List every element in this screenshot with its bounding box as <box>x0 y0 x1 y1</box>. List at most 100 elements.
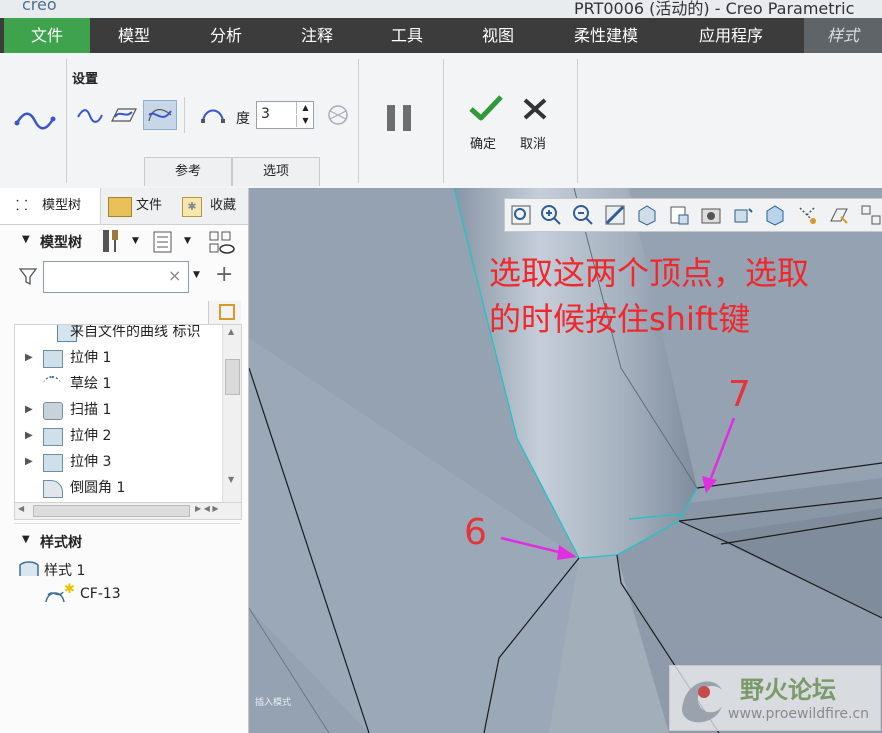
perspective-icon[interactable] <box>731 203 755 227</box>
cos-curve-button[interactable] <box>143 100 177 130</box>
pause-button[interactable] <box>385 104 413 132</box>
collapse-arrow-icon[interactable]: ▼ <box>22 234 30 245</box>
collapse-arrow-icon[interactable]: ▼ <box>22 534 30 545</box>
zoom-in-icon[interactable] <box>539 203 563 227</box>
close-icon <box>523 98 547 120</box>
curve-type-icon[interactable] <box>14 109 56 133</box>
tree-item[interactable]: ▶ 扫描 1 <box>15 397 225 423</box>
degree-down-arrow[interactable]: ▼ <box>296 115 314 127</box>
filter-icon[interactable] <box>18 266 38 286</box>
scroll-down-icon[interactable]: ▼ <box>228 475 234 484</box>
expand-arrow-icon[interactable]: ▶ <box>25 449 33 475</box>
tree-icon: ⸬ <box>16 198 28 214</box>
display-style-icon[interactable] <box>635 203 659 227</box>
saved-views-icon[interactable] <box>667 203 691 227</box>
vertex-label-7: 7 <box>728 374 751 415</box>
menu-analysis[interactable]: 分析 <box>188 18 264 53</box>
round-icon <box>43 480 63 498</box>
navigator-panel: ⸬ 模型树 文件 ✱ 收藏 ▼ 模型树 ▼ ▼ × ▼ + 来自文件的曲线 标识 <box>0 188 249 733</box>
spin-center-icon[interactable] <box>859 203 882 227</box>
planar-curve-icon[interactable] <box>110 105 138 125</box>
clear-icon[interactable]: × <box>168 266 181 285</box>
graphics-viewport[interactable]: 选取这两个顶点，选取 的时候按住shift键 7 6 野火论坛 www.proe… <box>249 188 882 733</box>
free-curve-icon[interactable] <box>76 107 104 125</box>
h-scrollbar-thumb[interactable] <box>33 505 190 517</box>
tree-item[interactable]: ▶ 拉伸 1 <box>15 345 225 371</box>
refit-icon[interactable] <box>509 203 533 227</box>
menu-model[interactable]: 模型 <box>96 18 172 53</box>
datum-display-icon[interactable] <box>795 203 819 227</box>
degree-up-arrow[interactable]: ▲ <box>296 102 314 114</box>
watermark: 野火论坛 www.proewildfire.cn <box>669 665 881 731</box>
quick-access-toolbar[interactable] <box>122 0 562 14</box>
tab-favorites[interactable]: ✱ 收藏 <box>178 188 240 224</box>
view-toolbar <box>504 198 882 232</box>
symmetry-icon[interactable] <box>325 103 351 127</box>
tab-reference[interactable]: 参考 <box>144 157 232 186</box>
watermark-url: www.proewildfire.cn <box>728 706 870 722</box>
cos-curve-icon <box>45 591 65 603</box>
degree-value: 3 <box>261 106 270 122</box>
menu-view[interactable]: 视图 <box>460 18 536 53</box>
favorites-icon: ✱ <box>182 197 202 217</box>
tree-item[interactable]: 来自文件的曲线 标识 <box>15 324 225 345</box>
model-tree-header: 模型树 <box>40 235 82 251</box>
tree-item-label: 倒圆角 1 <box>70 480 126 496</box>
section-icon[interactable] <box>763 203 787 227</box>
annotation-display-icon[interactable] <box>827 203 851 227</box>
menu-file[interactable]: 文件 <box>4 18 90 53</box>
tree-item[interactable]: ▶ 拉伸 3 <box>15 449 225 475</box>
menu-annotate[interactable]: 注释 <box>279 18 355 53</box>
scroll-right-icon[interactable]: ▶ ◀ ▶ <box>195 504 219 513</box>
cancel-button[interactable]: 取消 <box>514 93 558 153</box>
filter-input[interactable]: × <box>43 261 189 293</box>
title-bar: creo PRT0006 (活动的) - Creo Parametric <box>0 0 882 18</box>
filter-dropdown-icon[interactable]: ▼ <box>193 270 200 280</box>
tab-options[interactable]: 选项 <box>232 157 320 186</box>
annotation-text: 选取这两个顶点，选取 的时候按住shift键 <box>489 250 809 342</box>
tree-item[interactable]: 草绘 1 <box>15 371 225 397</box>
settings-list-icon[interactable] <box>152 231 174 253</box>
tools-dropdown-icon[interactable]: ▼ <box>132 236 139 246</box>
scrollbar-thumb[interactable] <box>225 359 240 395</box>
tree-item[interactable]: 倒圆角 1 <box>15 475 225 501</box>
extrude-icon <box>43 428 63 446</box>
menu-bar: 文件 模型 分析 注释 工具 视图 柔性建模 应用程序 样式 <box>0 18 882 53</box>
column-settings-button[interactable] <box>208 301 241 325</box>
annotation-line-1: 选取这两个顶点，选取 <box>489 254 810 292</box>
style-item-label: CF-13 <box>80 586 121 602</box>
degree-stepper[interactable]: 3 ▲ ▼ <box>256 101 314 129</box>
tree-vertical-scrollbar[interactable]: ▲ ▼ <box>222 325 241 503</box>
expand-arrow-icon[interactable]: ▶ <box>25 397 33 423</box>
tree-item[interactable]: ▶ 拉伸 2 <box>15 423 225 449</box>
tab-model-tree[interactable]: ⸬ 模型树 <box>0 188 101 224</box>
expand-arrow-icon[interactable]: ▶ <box>25 423 33 449</box>
style-tree-item[interactable]: 样式 1 <box>18 560 238 580</box>
tools-icon[interactable] <box>100 228 124 254</box>
sweep-icon <box>43 402 63 420</box>
zoom-out-icon[interactable] <box>571 203 595 227</box>
control-point-icon[interactable] <box>200 103 226 125</box>
view-manager-icon[interactable] <box>699 203 723 227</box>
app-logo: creo <box>22 0 57 14</box>
ok-button[interactable]: 确定 <box>464 93 508 153</box>
scroll-up-icon[interactable]: ▲ <box>228 327 234 336</box>
settings-dropdown-icon[interactable]: ▼ <box>184 236 191 246</box>
show-icon[interactable] <box>208 230 236 256</box>
tree-horizontal-scrollbar[interactable]: ◀ ▶ ◀ ▶ <box>14 502 242 520</box>
menu-flexible-modeling[interactable]: 柔性建模 <box>560 18 652 53</box>
style-tree-item[interactable]: ✱ CF-13 <box>44 582 234 606</box>
menu-style[interactable]: 样式 <box>804 18 882 53</box>
menu-tools[interactable]: 工具 <box>369 18 445 53</box>
tab-files[interactable]: 文件 <box>104 188 174 224</box>
add-icon[interactable]: + <box>215 262 233 287</box>
expand-arrow-icon[interactable]: ▶ <box>25 345 33 371</box>
logo-icon <box>682 681 722 723</box>
tree-item-label: 来自文件的曲线 标识 <box>70 324 201 340</box>
tab-favorites-label: 收藏 <box>210 198 237 213</box>
insert-mode-label: 插入模式 <box>255 698 292 708</box>
repaint-icon[interactable] <box>603 203 627 227</box>
menu-applications[interactable]: 应用程序 <box>684 18 778 53</box>
scroll-left-icon[interactable]: ◀ <box>18 504 24 513</box>
tree-item-label: 拉伸 1 <box>70 350 112 366</box>
